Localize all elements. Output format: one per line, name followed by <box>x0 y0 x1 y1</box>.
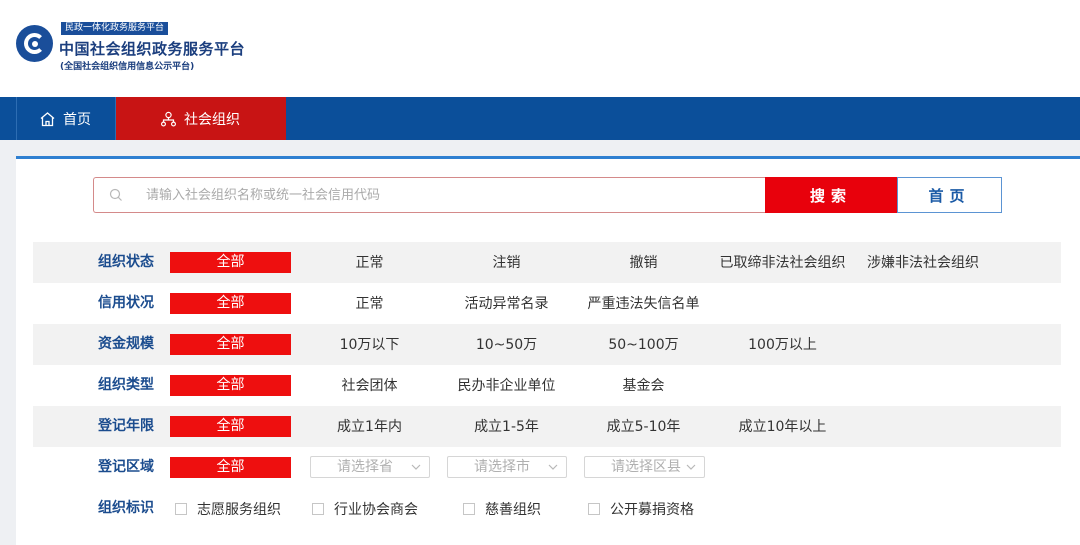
filter-option[interactable]: 撤销 <box>576 242 711 283</box>
city-select[interactable]: 请选择市 <box>447 456 567 478</box>
home-icon <box>40 111 55 126</box>
filter-all-button[interactable]: 全部 <box>170 293 291 314</box>
checkbox-label: 慈善组织 <box>485 501 541 518</box>
site-subtitle: (全国社会组织信用信息公示平台) <box>60 62 195 72</box>
platform-tag: 民政一体化政务服务平台 <box>61 22 169 35</box>
filter-option[interactable]: 正常 <box>302 242 437 283</box>
filter-label: 登记年限 <box>98 418 154 434</box>
filter-row-type: 组织类型 全部 社会团体 民办非企业单位 基金会 <box>33 365 1061 406</box>
main-nav: 首页 社会组织 <box>0 97 1080 140</box>
filter-label: 登记区域 <box>98 459 154 475</box>
filter-option[interactable]: 正常 <box>302 283 437 324</box>
checkbox-charity[interactable]: 慈善组织 <box>463 488 541 529</box>
filter-row-mark: 组织标识 志愿服务组织 行业协会商会 慈善组织 公开募捐资格 <box>33 488 1061 529</box>
filter-row-status: 组织状态 全部 正常 注销 撤销 已取缔非法社会组织 涉嫌非法社会组织 <box>33 242 1061 283</box>
checkbox-box[interactable] <box>463 502 475 515</box>
district-select[interactable]: 请选择区县 <box>584 456 705 478</box>
chevron-down-icon <box>411 464 421 470</box>
site-header: 民政一体化政务服务平台 中国社会组织政务服务平台 (全国社会组织信用信息公示平台… <box>0 0 1080 97</box>
filter-option[interactable]: 10~50万 <box>439 324 574 365</box>
filter-option[interactable]: 涉嫌非法社会组织 <box>853 242 993 283</box>
filter-all-button[interactable]: 全部 <box>170 416 291 437</box>
filter-row-region: 登记区域 全部 请选择省 请选择市 请选择区县 <box>33 447 1061 488</box>
nav-home-label: 首页 <box>63 111 91 128</box>
logo-icon[interactable] <box>16 25 53 62</box>
search-box[interactable] <box>93 177 765 213</box>
org-tree-icon <box>161 111 177 127</box>
filter-option[interactable]: 成立5-10年 <box>576 406 711 447</box>
checkbox-label: 公开募捐资格 <box>610 501 694 518</box>
search-input[interactable] <box>146 179 746 211</box>
filter-label: 组织状态 <box>98 254 154 270</box>
site-title[interactable]: 中国社会组织政务服务平台 <box>59 38 245 59</box>
filter-option[interactable]: 民办非企业单位 <box>439 365 574 406</box>
select-placeholder: 请选择省 <box>337 459 393 475</box>
filter-option[interactable]: 已取缔非法社会组织 <box>715 242 850 283</box>
checkbox-label: 行业协会商会 <box>334 501 418 518</box>
filter-label: 信用状况 <box>98 295 154 311</box>
filter-option[interactable]: 活动异常名录 <box>439 283 574 324</box>
filter-label: 资金规模 <box>98 336 154 352</box>
filter-option[interactable]: 注销 <box>439 242 574 283</box>
select-placeholder: 请选择市 <box>474 459 530 475</box>
filter-label: 组织类型 <box>98 377 154 393</box>
filter-all-button[interactable]: 全部 <box>170 375 291 396</box>
filter-option[interactable]: 成立1年内 <box>302 406 437 447</box>
province-select[interactable]: 请选择省 <box>310 456 430 478</box>
nav-social-org[interactable]: 社会组织 <box>116 97 286 140</box>
checkbox-box[interactable] <box>175 502 187 515</box>
filter-option[interactable]: 成立10年以上 <box>715 406 850 447</box>
checkbox-industry-association[interactable]: 行业协会商会 <box>312 488 418 529</box>
filter-option[interactable]: 100万以上 <box>715 324 850 365</box>
checkbox-box[interactable] <box>312 502 324 515</box>
chevron-down-icon <box>686 464 696 470</box>
filter-row-years: 登记年限 全部 成立1年内 成立1-5年 成立5-10年 成立10年以上 <box>33 406 1061 447</box>
select-placeholder: 请选择区县 <box>611 459 681 475</box>
filter-label: 组织标识 <box>98 500 154 516</box>
chevron-down-icon <box>548 464 558 470</box>
filter-option[interactable]: 50~100万 <box>576 324 711 365</box>
search-button[interactable]: 搜索 <box>765 177 897 213</box>
filter-all-button[interactable]: 全部 <box>170 334 291 355</box>
nav-home[interactable]: 首页 <box>16 97 116 140</box>
filter-option[interactable]: 严重违法失信名单 <box>576 283 711 324</box>
filter-option[interactable]: 成立1-5年 <box>439 406 574 447</box>
nav-org-label: 社会组织 <box>184 111 240 128</box>
filter-option[interactable]: 基金会 <box>576 365 711 406</box>
filter-row-credit: 信用状况 全部 正常 活动异常名录 严重违法失信名单 <box>33 283 1061 324</box>
filter-option[interactable]: 社会团体 <box>302 365 437 406</box>
home-button[interactable]: 首页 <box>897 177 1002 213</box>
checkbox-volunteer[interactable]: 志愿服务组织 <box>175 488 281 529</box>
filter-all-button[interactable]: 全部 <box>170 252 291 273</box>
filter-row-capital: 资金规模 全部 10万以下 10~50万 50~100万 100万以上 <box>33 324 1061 365</box>
filter-option[interactable]: 10万以下 <box>302 324 437 365</box>
search-icon <box>109 188 122 201</box>
checkbox-public-fundraising[interactable]: 公开募捐资格 <box>588 488 694 529</box>
checkbox-box[interactable] <box>588 502 600 515</box>
checkbox-label: 志愿服务组织 <box>197 501 281 518</box>
filter-all-button[interactable]: 全部 <box>170 457 291 478</box>
